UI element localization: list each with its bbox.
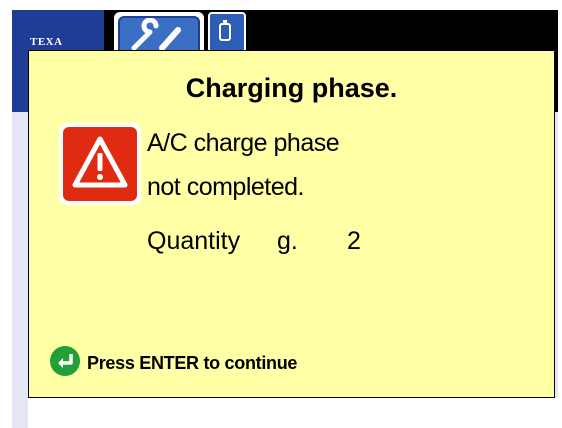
message-line-2: not completed. (147, 173, 305, 201)
warning-triangle (72, 136, 128, 188)
charging-phase-dialog: Charging phase. A/C charge phase not com… (28, 50, 555, 398)
enter-prompt: Press ENTER to continue (87, 353, 298, 373)
quantity-unit: g. (277, 227, 298, 255)
app-footer-strip (28, 398, 558, 428)
message-line-1: A/C charge phase (147, 129, 340, 157)
dialog-title: Charging phase. (185, 73, 398, 103)
enter-icon[interactable] (49, 345, 81, 377)
warning-icon (59, 123, 141, 205)
logo-text: TEXA (30, 36, 63, 48)
quantity-label: Quantity (147, 227, 241, 255)
quantity-value: 2 (347, 227, 361, 255)
